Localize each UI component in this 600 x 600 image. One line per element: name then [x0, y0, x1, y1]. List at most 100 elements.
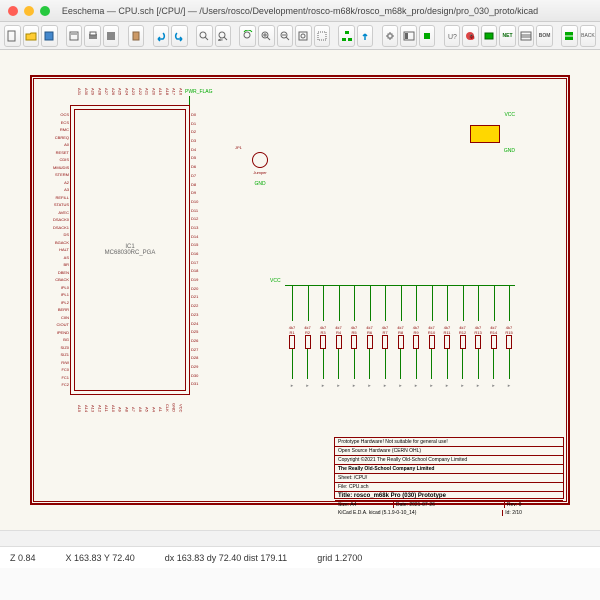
pin-D30[interactable]: D30 — [191, 373, 207, 378]
pin-D6[interactable]: D6 — [191, 164, 207, 169]
pin-IPL1[interactable]: IPL1 — [53, 292, 69, 297]
pin-D10[interactable]: D10 — [191, 199, 207, 204]
pin-CIIN[interactable]: CIIN — [53, 315, 69, 320]
power-flag[interactable]: PWR_FLAG — [185, 89, 213, 95]
pin-D23[interactable]: D23 — [191, 312, 207, 317]
horizontal-scrollbar[interactable] — [0, 530, 600, 546]
pin-D1[interactable]: D1 — [191, 121, 207, 126]
cpu-component[interactable]: IC1 MC68030RC_PGA OCSECSRMCCBREQA0RESETC… — [70, 105, 190, 395]
resistor-R15[interactable]: 4k7R15▸ — [502, 325, 516, 389]
resistor-R4[interactable]: 4k7R4▸ — [332, 325, 346, 389]
undo-button[interactable] — [153, 25, 170, 47]
pin-R/W[interactable]: R/W — [53, 360, 69, 365]
pin-D18[interactable]: D18 — [191, 268, 207, 273]
pin-D15[interactable]: D15 — [191, 242, 207, 247]
pin-REFILL[interactable]: REFILL — [53, 195, 69, 200]
pin-D27[interactable]: D27 — [191, 347, 207, 352]
pin-D16[interactable]: D16 — [191, 251, 207, 256]
pin-D28[interactable]: D28 — [191, 355, 207, 360]
pin-DSACK1[interactable]: DSACK1 — [53, 225, 69, 230]
zoom-selection-button[interactable] — [314, 25, 331, 47]
resistor-R2[interactable]: 4k7R2▸ — [301, 325, 315, 389]
close-icon[interactable] — [8, 6, 18, 16]
pin-BGACK[interactable]: BGACK — [53, 240, 69, 245]
pin-RESET[interactable]: RESET — [53, 150, 69, 155]
pin-D8[interactable]: D8 — [191, 182, 207, 187]
pin-ECS[interactable]: ECS — [53, 120, 69, 125]
pin-A8[interactable]: A8 — [124, 407, 129, 412]
resistor-R9[interactable]: 4k7R9▸ — [409, 325, 423, 389]
pin-MMUDIS[interactable]: MMUDIS — [53, 165, 69, 170]
pin-D14[interactable]: D14 — [191, 234, 207, 239]
find-button[interactable] — [196, 25, 213, 47]
pin-A3[interactable]: A3 — [53, 187, 69, 192]
pin-A28[interactable]: A28 — [97, 88, 102, 95]
pin-D5[interactable]: D5 — [191, 155, 207, 160]
pin-A24[interactable]: A24 — [124, 88, 129, 95]
save-button[interactable] — [41, 25, 58, 47]
zoom-redraw-button[interactable] — [239, 25, 256, 47]
pin-BERR[interactable]: BERR — [53, 307, 69, 312]
pcbnew-button[interactable] — [561, 25, 578, 47]
pin-A18[interactable]: A18 — [165, 88, 170, 95]
hierarchy-button[interactable] — [338, 25, 355, 47]
pin-D26[interactable]: D26 — [191, 338, 207, 343]
pin-IPL2[interactable]: IPL2 — [53, 300, 69, 305]
pin-D2[interactable]: D2 — [191, 129, 207, 134]
zoom-in-button[interactable] — [258, 25, 275, 47]
pin-D17[interactable]: D17 — [191, 260, 207, 265]
pin-BR[interactable]: BR — [53, 262, 69, 267]
pin-CDIS[interactable]: CDIS — [53, 157, 69, 162]
pin-D24[interactable]: D24 — [191, 321, 207, 326]
pin-OCS[interactable]: OCS — [53, 112, 69, 117]
redo-button[interactable] — [171, 25, 188, 47]
pin-D13[interactable]: D13 — [191, 225, 207, 230]
pin-A30[interactable]: A30 — [84, 88, 89, 95]
zoom-out-button[interactable] — [277, 25, 294, 47]
cvpcb-button[interactable] — [481, 25, 498, 47]
pin-A21[interactable]: A21 — [145, 88, 150, 95]
pin-CBACK[interactable]: CBACK — [53, 277, 69, 282]
pin-A31[interactable]: A31 — [77, 88, 82, 95]
pin-A16[interactable]: A16 — [178, 88, 183, 95]
pin-D3[interactable]: D3 — [191, 138, 207, 143]
pin-A26[interactable]: A26 — [111, 88, 116, 95]
oscillator-component[interactable] — [470, 125, 500, 143]
pin-IPL0[interactable]: IPL0 — [53, 285, 69, 290]
pin-D31[interactable]: D31 — [191, 381, 207, 386]
pin-A23[interactable]: A23 — [131, 88, 136, 95]
pin-A15[interactable]: A15 — [77, 405, 82, 412]
schematic-canvas[interactable]: PWR_FLAG IC1 MC68030RC_PGA OCSECSRMCCBRE… — [0, 50, 600, 530]
pin-CBREQ[interactable]: CBREQ — [53, 135, 69, 140]
symbol-editor-button[interactable] — [382, 25, 399, 47]
bom-button[interactable]: BOM — [536, 25, 553, 47]
print-button[interactable] — [84, 25, 101, 47]
pin-AVEC[interactable]: AVEC — [53, 210, 69, 215]
pin-A11[interactable]: A11 — [104, 405, 109, 412]
minimize-icon[interactable] — [24, 6, 34, 16]
pin-FC2[interactable]: FC2 — [53, 382, 69, 387]
pin-DS[interactable]: DS — [53, 232, 69, 237]
pin-A6[interactable]: A6 — [138, 407, 143, 412]
pin-D12[interactable]: D12 — [191, 216, 207, 221]
pin-STATUS[interactable]: STATUS — [53, 202, 69, 207]
pin-GND[interactable]: GND — [172, 403, 177, 412]
resistor-R7[interactable]: 4k7R7▸ — [378, 325, 392, 389]
pin-D20[interactable]: D20 — [191, 286, 207, 291]
resistor-R11[interactable]: 4k7R11▸ — [440, 325, 454, 389]
find-replace-button[interactable]: ab — [215, 25, 232, 47]
pin-D21[interactable]: D21 — [191, 294, 207, 299]
pin-DBEN[interactable]: DBEN — [53, 270, 69, 275]
pin-BG[interactable]: BG — [53, 337, 69, 342]
pin-STERM[interactable]: STERM — [53, 172, 69, 177]
pin-A14[interactable]: A14 — [84, 405, 89, 412]
pin-A2[interactable]: A2 — [53, 180, 69, 185]
annotate-button[interactable]: U? — [444, 25, 461, 47]
pin-HALT[interactable]: HALT — [53, 247, 69, 252]
pin-DSACK0[interactable]: DSACK0 — [53, 217, 69, 222]
pin-D4[interactable]: D4 — [191, 147, 207, 152]
resistor-R1[interactable]: 4k7R1▸ — [285, 325, 299, 389]
pin-A10[interactable]: A10 — [111, 405, 116, 412]
pin-SIZ0[interactable]: SIZ0 — [53, 345, 69, 350]
pin-A1[interactable]: A1 — [158, 407, 163, 412]
